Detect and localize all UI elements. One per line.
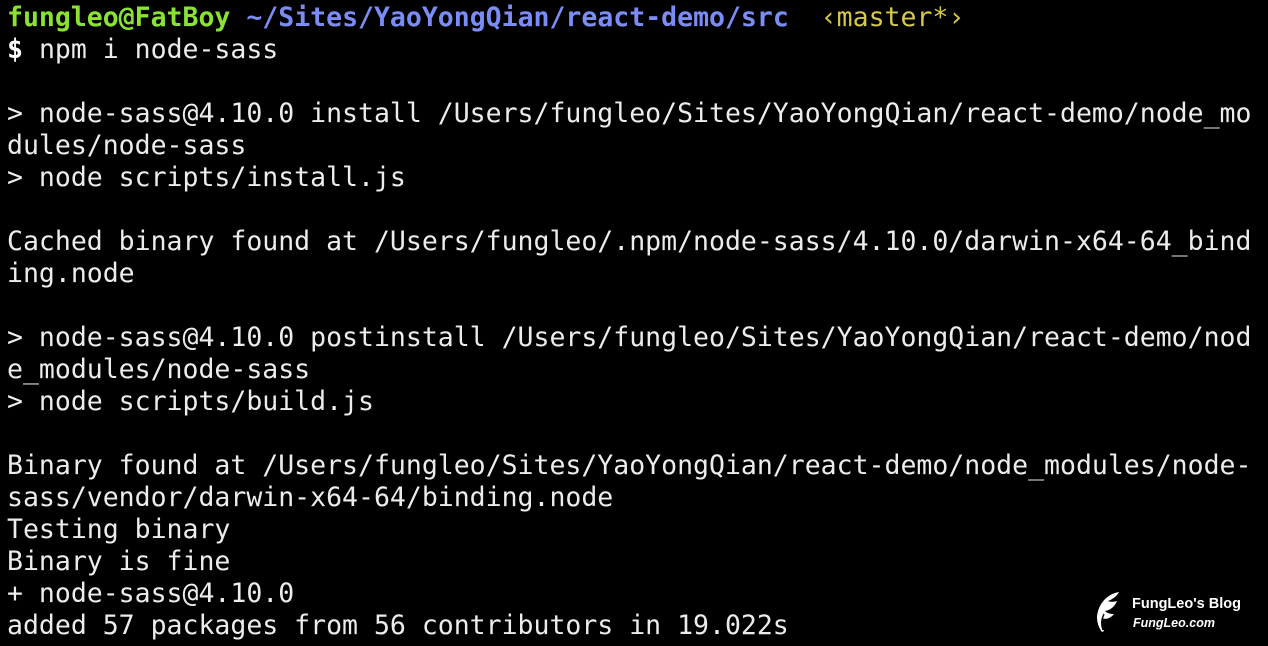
watermark-url: FungLeo.com	[1133, 616, 1215, 630]
command-text: npm i node-sass	[38, 34, 279, 65]
output-line: ing.node	[7, 258, 135, 289]
output-line: > node-sass@4.10.0 install /Users/fungle…	[7, 98, 1252, 129]
prompt-line: fungleo@FatBoy ~/Sites/YaoYongQian/react…	[7, 2, 1251, 34]
output-line: Binary is fine	[7, 546, 231, 577]
output-line: + node-sass@4.10.0	[7, 578, 295, 609]
output-line: > node scripts/install.js	[7, 162, 406, 193]
output-line: Binary found at /Users/fungleo/Sites/Yao…	[7, 450, 1252, 481]
prompt-symbol: $	[7, 34, 23, 65]
blog-watermark: FungLeo's Blog FungLeo.com	[1093, 590, 1263, 634]
output-line: added 57 packages from 56 contributors i…	[7, 610, 789, 641]
feather-icon	[1097, 592, 1119, 632]
output-line: > node-sass@4.10.0 postinstall /Users/fu…	[7, 322, 1252, 353]
prompt-user-host: fungleo@FatBoy	[7, 2, 231, 33]
output-line: > node scripts/build.js	[7, 386, 374, 417]
output-line: dules/node-sass	[7, 130, 247, 161]
prompt-cwd: ~/Sites/YaoYongQian/react-demo/src	[246, 2, 789, 33]
watermark-title: FungLeo's Blog	[1132, 596, 1241, 612]
terminal-output: fungleo@FatBoy ~/Sites/YaoYongQian/react…	[7, 2, 1251, 642]
prompt-git-branch: ‹master*›	[820, 2, 965, 33]
output-line: Cached binary found at /Users/fungleo/.n…	[7, 226, 1252, 257]
command-line: $ npm i node-sass	[7, 34, 1251, 66]
terminal-window[interactable]: fungleo@FatBoy ~/Sites/YaoYongQian/react…	[0, 0, 1268, 646]
output-line: Testing binary	[7, 514, 231, 545]
output-block: > node-sass@4.10.0 install /Users/fungle…	[7, 66, 1251, 642]
output-line: e_modules/node-sass	[7, 354, 311, 385]
output-line: sass/vendor/darwin-x64-64/binding.node	[7, 482, 614, 513]
